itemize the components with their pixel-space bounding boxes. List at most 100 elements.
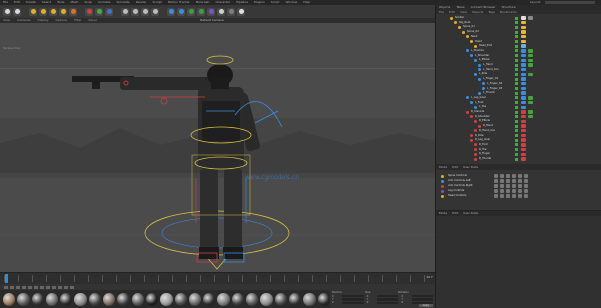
attr-menu-item[interactable]: Mode	[439, 211, 447, 216]
layer-toggle[interactable]	[524, 179, 528, 183]
layer-toggle[interactable]	[518, 189, 522, 193]
coord-field[interactable]	[342, 301, 364, 305]
object-tag-icon[interactable]	[528, 96, 533, 100]
object-row[interactable]: R_Thumb	[436, 157, 601, 161]
timeline[interactable]: 90 F	[0, 272, 435, 284]
object-row[interactable]: L_Shoulder	[436, 54, 601, 58]
object-tag-icon[interactable]	[528, 53, 533, 58]
object-tag-icon[interactable]	[521, 35, 526, 39]
layer-toggle[interactable]	[512, 174, 516, 178]
visibility-check-icon[interactable]	[515, 63, 518, 67]
visibility-check-icon[interactable]	[515, 44, 518, 48]
object-row[interactable]: L_Clavicle	[436, 49, 601, 53]
material-swatch[interactable]	[3, 292, 16, 306]
object-tag-icon[interactable]	[521, 67, 526, 72]
visibility-check-icon[interactable]	[515, 119, 518, 123]
material-swatch[interactable]	[231, 292, 245, 306]
visibility-check-icon[interactable]	[515, 157, 518, 161]
visibility-check-icon[interactable]	[515, 96, 518, 100]
layer-toggle[interactable]	[512, 179, 516, 183]
layer-row[interactable]: Arm Controls Right	[436, 184, 601, 188]
layer-toggle[interactable]	[518, 179, 522, 183]
recent-tool-button[interactable]	[69, 7, 77, 16]
object-row[interactable]: L_Thumb	[436, 91, 601, 95]
visibility-check-icon[interactable]	[515, 134, 518, 137]
object-tag-icon[interactable]	[521, 110, 526, 114]
visibility-check-icon[interactable]	[515, 82, 518, 86]
visibility-check-icon[interactable]	[515, 40, 518, 43]
layer-toggle[interactable]	[524, 184, 528, 188]
visibility-check-icon[interactable]	[515, 91, 518, 95]
playback-button[interactable]	[40, 285, 44, 289]
material-swatch[interactable]	[174, 292, 187, 306]
visibility-check-icon[interactable]	[515, 105, 518, 109]
live-select-button[interactable]	[29, 7, 37, 16]
object-row[interactable]: R_Leg_Goal	[436, 138, 601, 142]
object-row[interactable]: R_Hand_Con	[436, 129, 601, 133]
object-tag-icon[interactable]	[521, 86, 526, 91]
coord-field[interactable]	[376, 298, 399, 301]
object-tag-icon[interactable]	[521, 72, 526, 77]
y-axis-button[interactable]	[95, 7, 103, 16]
material-swatch[interactable]	[288, 292, 302, 306]
material-swatch[interactable]	[117, 292, 130, 306]
layer-toggle[interactable]	[524, 194, 528, 198]
visibility-check-icon[interactable]	[515, 68, 518, 72]
object-tag-icon[interactable]	[521, 152, 526, 156]
camera-button[interactable]	[227, 7, 235, 16]
layer-toggle[interactable]	[494, 184, 498, 188]
object-row[interactable]: Head_End	[436, 44, 601, 48]
object-tag-icon[interactable]	[521, 25, 526, 30]
coord-field[interactable]	[342, 294, 364, 298]
object-row[interactable]: R_Toe	[436, 148, 601, 152]
visibility-check-icon[interactable]	[515, 124, 518, 128]
layer-toggle[interactable]	[494, 174, 498, 178]
pen-button[interactable]	[177, 7, 185, 16]
playback-button[interactable]	[28, 285, 32, 289]
redo-button[interactable]	[13, 7, 21, 16]
coord-field[interactable]	[411, 294, 434, 298]
object-tag-icon[interactable]	[521, 119, 526, 124]
material-swatch[interactable]	[17, 292, 30, 306]
subdivision-button[interactable]	[187, 7, 195, 16]
layer-toggle[interactable]	[506, 184, 510, 188]
object-tag-icon[interactable]	[521, 124, 526, 128]
playback-button[interactable]	[64, 285, 68, 289]
layer-toggle[interactable]	[500, 179, 504, 183]
object-row[interactable]: R_Pole	[436, 134, 601, 138]
playback-button[interactable]	[52, 285, 56, 289]
visibility-check-icon[interactable]	[515, 148, 518, 152]
object-row[interactable]: Spine_02	[436, 30, 601, 34]
layer-row[interactable]: Arm Controls Left	[436, 179, 601, 183]
playback-button[interactable]	[16, 285, 20, 289]
layer-toggle[interactable]	[506, 189, 510, 193]
layer-toggle[interactable]	[524, 174, 528, 178]
material-swatch[interactable]	[45, 292, 59, 306]
render-settings-button[interactable]	[151, 7, 159, 16]
object-row[interactable]: L_Finger_02	[436, 82, 601, 86]
object-tag-icon[interactable]	[521, 63, 526, 67]
layer-toggle[interactable]	[500, 189, 504, 193]
layer-toggle[interactable]	[506, 179, 510, 183]
object-tag-icon[interactable]	[528, 114, 533, 119]
object-tag-icon[interactable]	[521, 53, 526, 58]
visibility-check-icon[interactable]	[515, 115, 518, 119]
object-row[interactable]: Soldier	[436, 16, 601, 20]
object-row[interactable]: Spine_01	[436, 25, 601, 30]
layer-toggle[interactable]	[506, 174, 510, 178]
object-tag-icon[interactable]	[521, 58, 526, 62]
material-swatch[interactable]	[203, 292, 216, 306]
object-row[interactable]: Rig_Root	[436, 21, 601, 25]
playback-button[interactable]	[58, 285, 62, 289]
object-row[interactable]: R_Shoulder	[436, 115, 601, 119]
playback-button[interactable]	[70, 285, 74, 289]
object-tag-icon[interactable]	[521, 20, 526, 25]
object-tag-icon[interactable]	[521, 91, 526, 95]
visibility-check-icon[interactable]	[515, 54, 518, 58]
object-row[interactable]: L_Hand_Con	[436, 68, 601, 72]
perspective-viewport[interactable]: Perspective www.cgmodels.cn	[0, 23, 435, 272]
visibility-check-icon[interactable]	[515, 49, 518, 53]
object-tag-icon[interactable]	[521, 105, 526, 109]
object-row[interactable]: L_Pole	[436, 72, 601, 77]
layer-toggle[interactable]	[512, 189, 516, 193]
